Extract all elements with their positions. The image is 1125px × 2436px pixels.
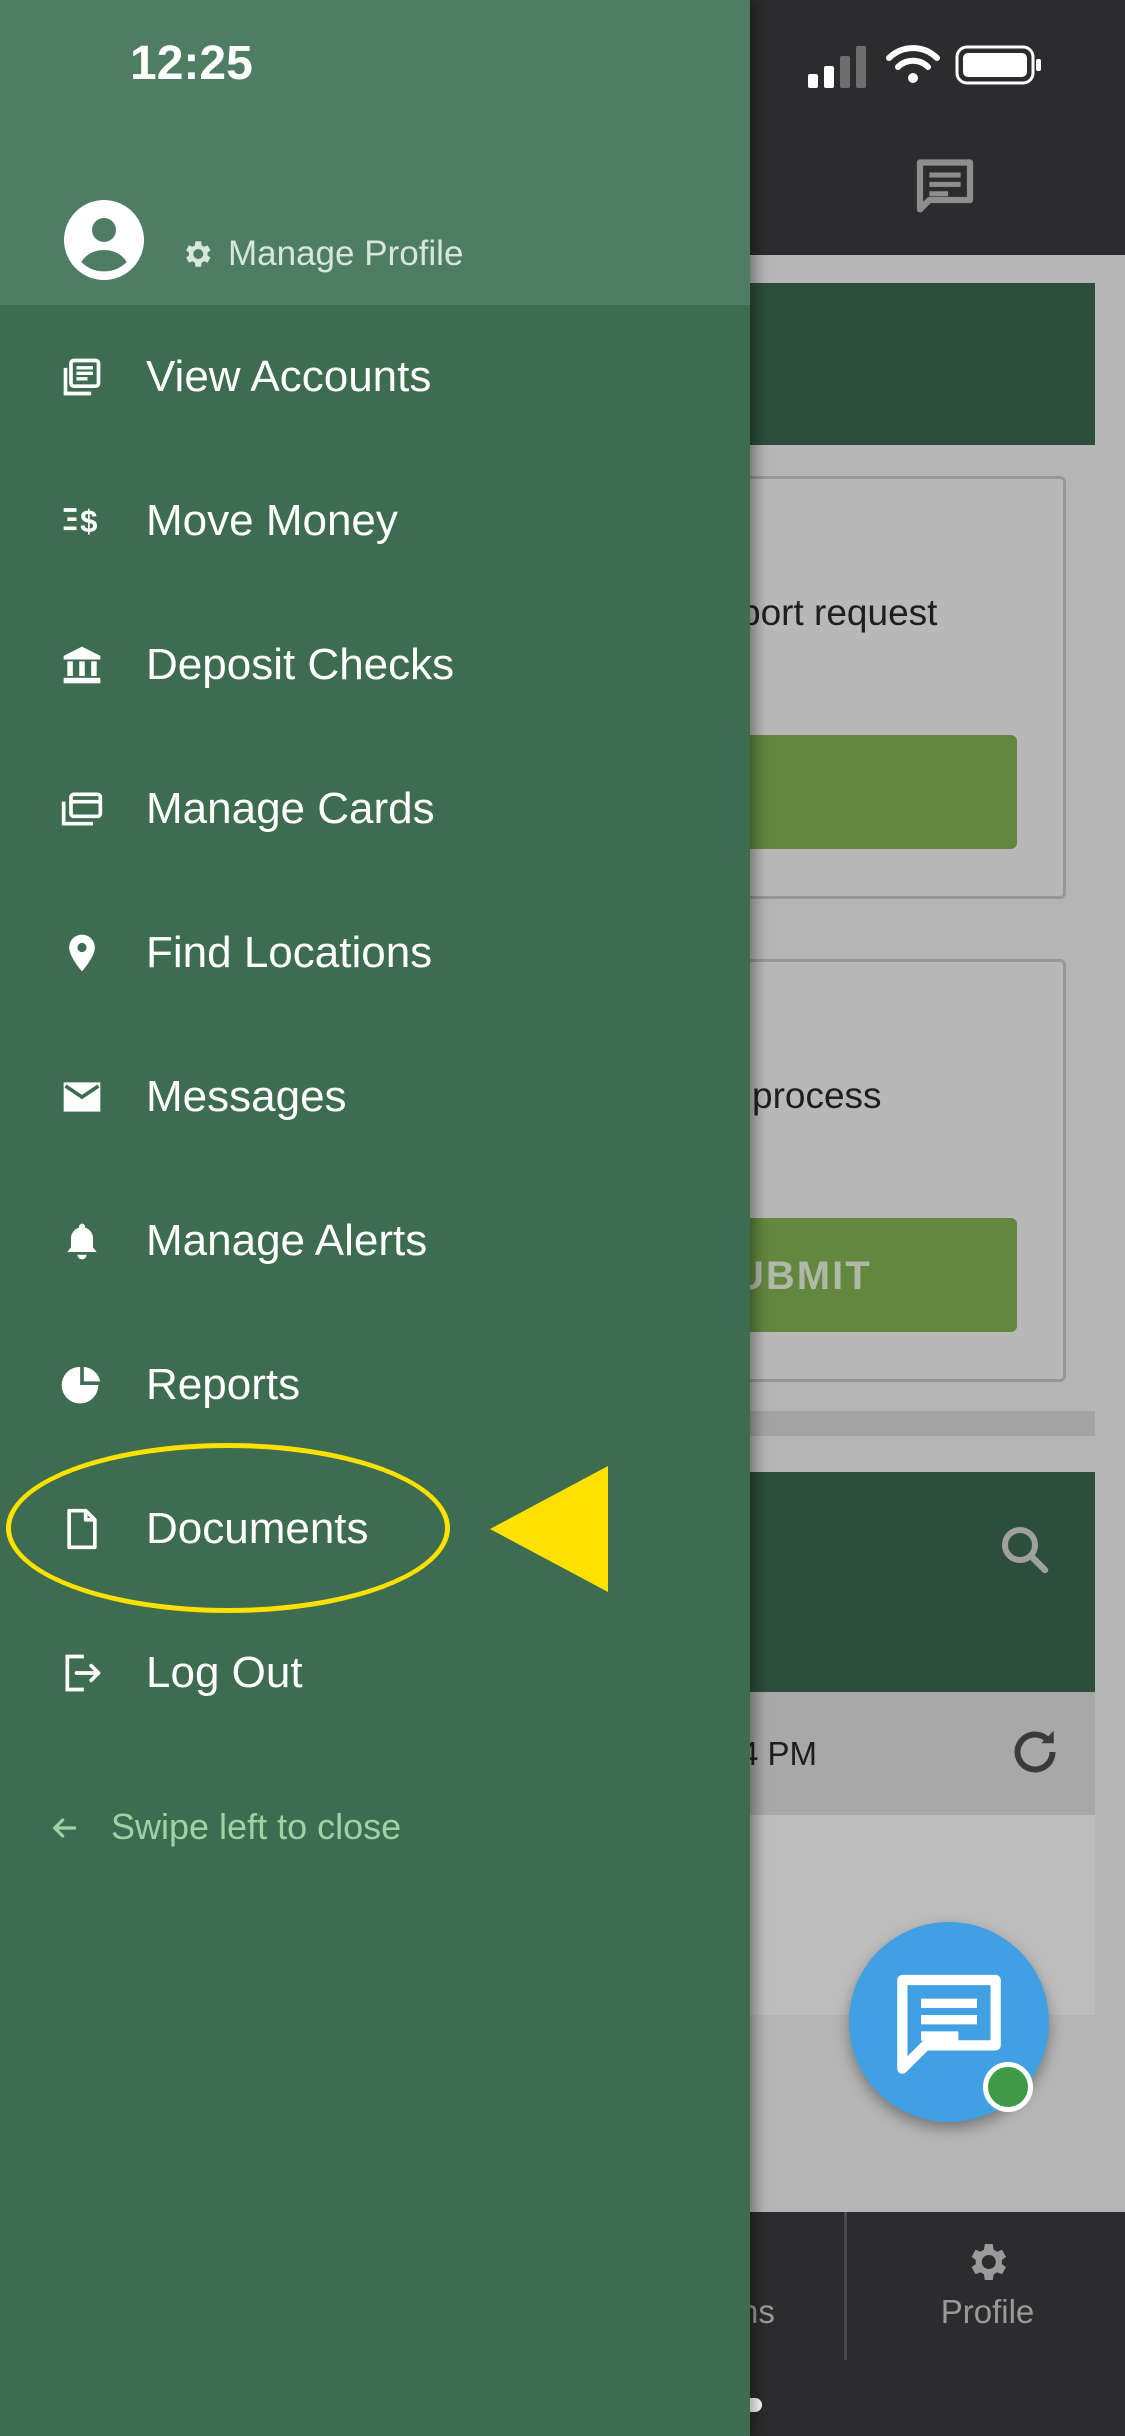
wifi-icon [886, 45, 940, 83]
tab-profile[interactable]: Profile [925, 2293, 1050, 2331]
search-icon[interactable] [995, 1520, 1055, 1580]
bank-icon [63, 646, 101, 684]
envelope-icon [63, 1082, 101, 1112]
menu-label: Deposit Checks [146, 640, 455, 689]
menu-item-reports[interactable]: Reports [0, 1313, 750, 1457]
process-card-text: process [752, 1075, 882, 1116]
menu-label: Manage Cards [146, 784, 435, 833]
menu-item-deposit-checks[interactable]: Deposit Checks [0, 593, 750, 737]
tab-divider [844, 2212, 847, 2360]
submit-button-label: UBMIT [735, 1254, 872, 1298]
menu-item-manage-cards[interactable]: Manage Cards [0, 737, 750, 881]
battery-icon [955, 45, 1041, 85]
menu-label: Manage Alerts [146, 1216, 428, 1265]
status-time: 12:25 [130, 37, 253, 90]
updated-time: 4 PM [740, 1735, 818, 1772]
menu-label: Reports [146, 1360, 301, 1409]
chat-icon[interactable] [905, 150, 985, 225]
pointer-arrow-icon [490, 1466, 608, 1592]
bell-icon [67, 1223, 97, 1260]
avatar-icon[interactable] [64, 200, 144, 280]
arrow-left-icon [53, 1818, 77, 1838]
pie-chart-icon [61, 1366, 101, 1404]
cellular-signal-icon [808, 46, 866, 88]
menu-label: View Accounts [146, 352, 432, 401]
manage-profile-link[interactable]: Manage Profile [228, 234, 463, 274]
menu-item-view-accounts[interactable]: View Accounts [0, 305, 750, 449]
gear-icon[interactable] [963, 2238, 1011, 2286]
accounts-icon [63, 358, 101, 396]
menu-item-messages[interactable]: Messages [0, 1025, 750, 1169]
online-status-dot [983, 2062, 1033, 2112]
menu-item-find-locations[interactable]: Find Locations [0, 881, 750, 1025]
svg-text:$: $ [80, 504, 97, 539]
support-card-text: port request [740, 592, 938, 633]
swipe-hint: Swipe left to close [111, 1806, 402, 1847]
menu-item-move-money[interactable]: $ Move Money [0, 449, 750, 593]
location-pin-icon [69, 934, 95, 972]
menu-label: Move Money [146, 496, 398, 545]
chat-bubble-icon [897, 1974, 1001, 2074]
menu-item-manage-alerts[interactable]: Manage Alerts [0, 1169, 750, 1313]
logout-icon [65, 1654, 101, 1692]
menu-item-log-out[interactable]: Log Out [0, 1601, 750, 1745]
move-money-icon: $ [63, 504, 97, 539]
menu-label: Log Out [146, 1648, 303, 1697]
menu-label: Find Locations [146, 928, 433, 977]
cards-icon [61, 792, 103, 826]
settings-gear-icon [186, 241, 211, 267]
highlight-ellipse [6, 1443, 450, 1613]
menu-label: Messages [146, 1072, 347, 1121]
refresh-icon[interactable] [1005, 1722, 1065, 1782]
